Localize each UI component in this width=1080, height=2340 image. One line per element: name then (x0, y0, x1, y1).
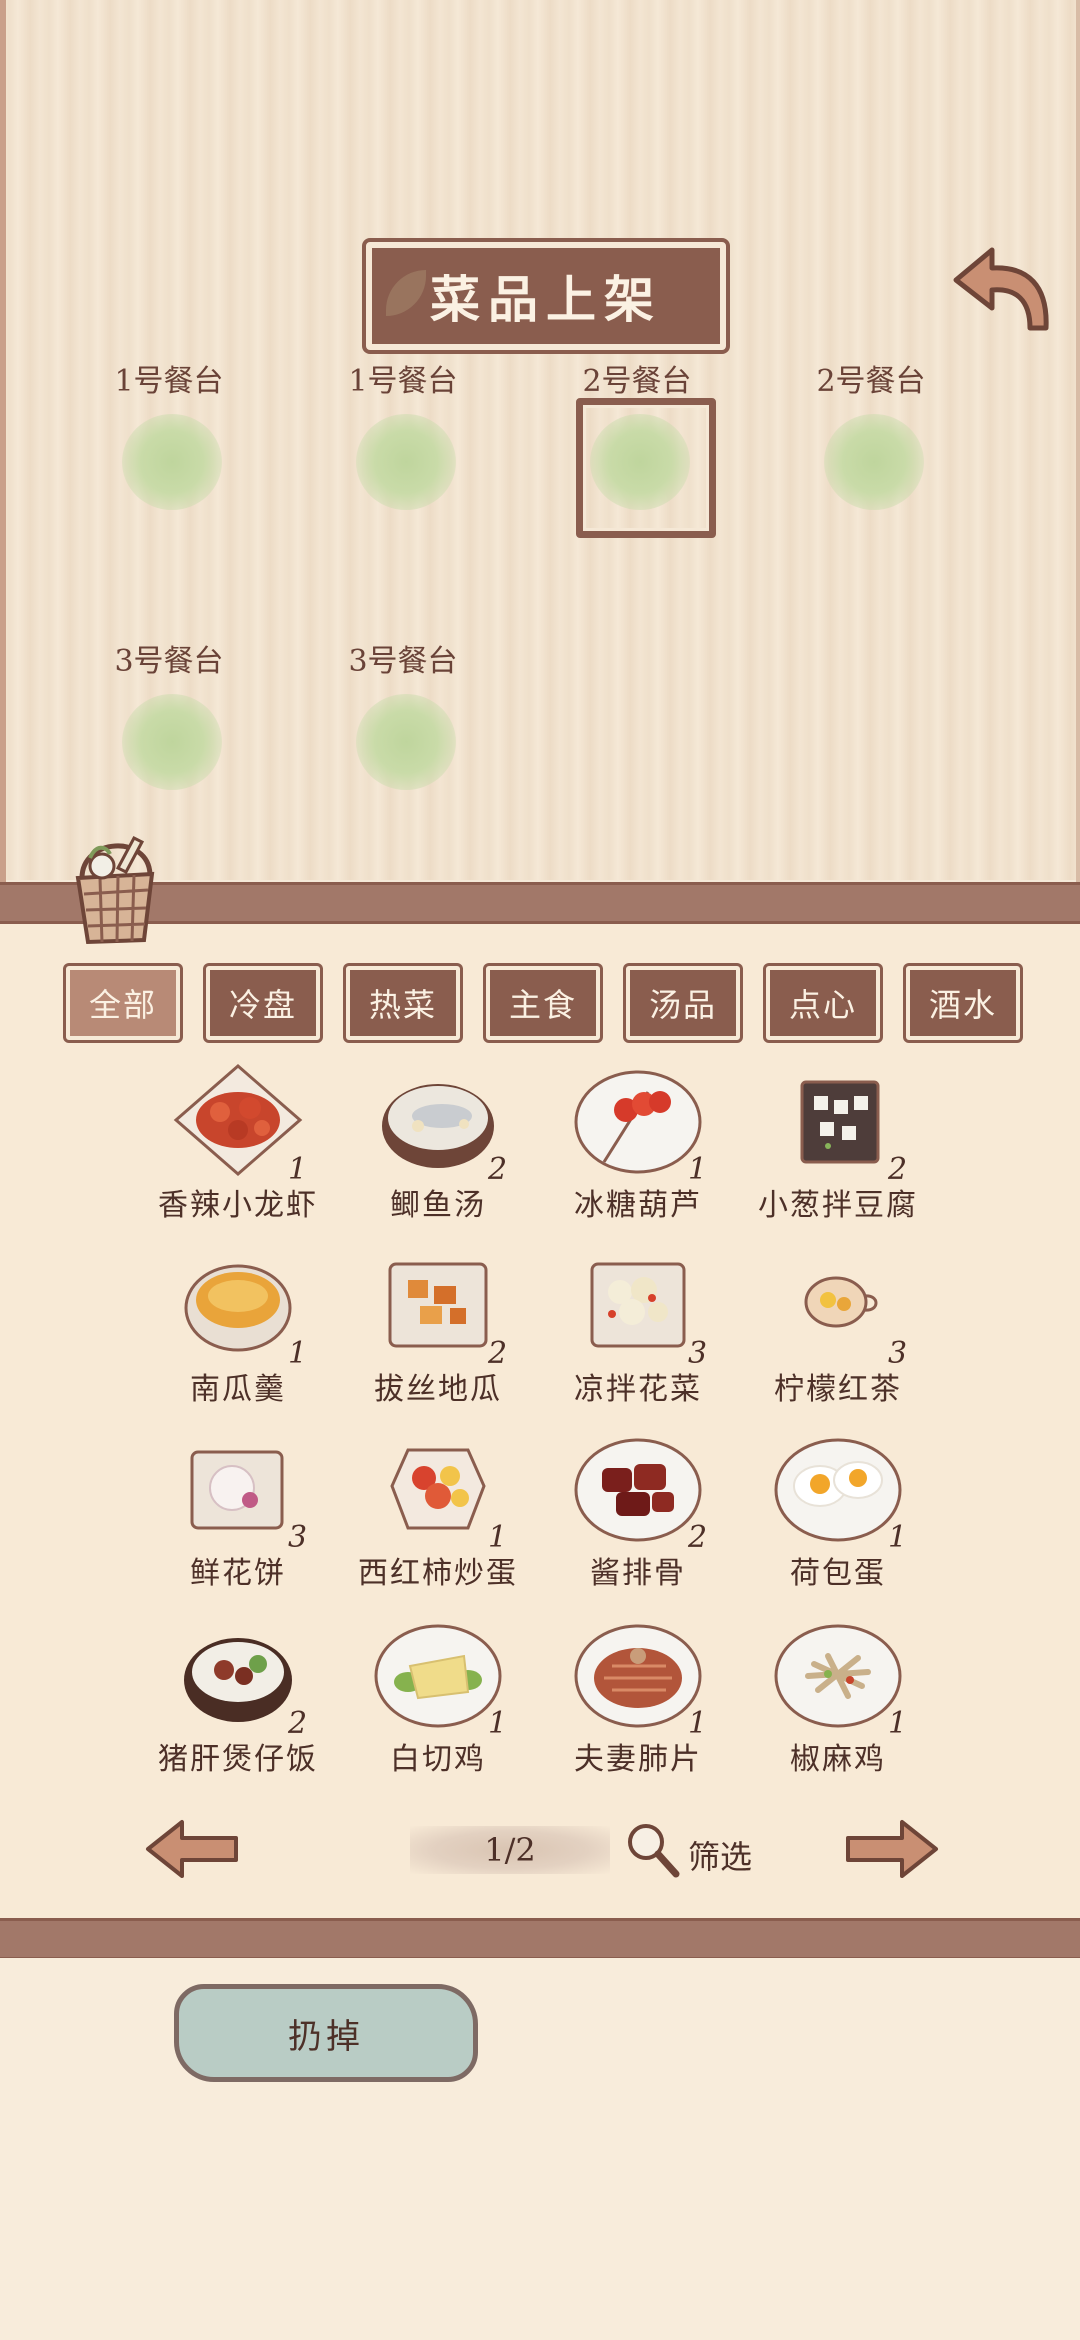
tab-soups[interactable]: 汤品 (626, 966, 740, 1040)
table-slot-label: 2号餐台 (816, 364, 926, 399)
dish-name: 小葱拌豆腐 (758, 1188, 918, 1223)
discard-label: 扔掉 (288, 2016, 364, 2057)
empty-slot-marker (122, 694, 222, 790)
prev-page-button[interactable] (142, 1816, 242, 1882)
dish-item[interactable]: 1 西红柿炒蛋 (338, 1430, 538, 1610)
bottom-area (0, 1958, 1080, 2340)
selection-frame (576, 398, 716, 538)
table-slot-5[interactable]: 3号餐台 (94, 636, 244, 826)
sweet-potato-icon (388, 1262, 488, 1348)
empty-slot-marker (356, 694, 456, 790)
arrow-right-icon (846, 1820, 938, 1878)
flower-cake-icon (190, 1450, 284, 1530)
filter-button[interactable]: 筛选 (622, 1820, 772, 1880)
dish-item[interactable]: 3 凉拌花菜 (538, 1246, 738, 1426)
divider-beam-bottom (0, 1918, 1080, 1960)
empty-slot-marker (122, 414, 222, 510)
tofu-icon (800, 1080, 880, 1164)
table-slot-label: 1号餐台 (348, 364, 458, 399)
lemon-tea-icon (804, 1276, 878, 1328)
dish-item[interactable]: 1 荷包蛋 (738, 1430, 938, 1610)
page-title: 菜品上架 (430, 270, 662, 329)
basket-icon (60, 828, 170, 948)
discard-button[interactable]: 扔掉 (174, 1984, 478, 2082)
empty-slot-marker (356, 414, 456, 510)
dish-item[interactable]: 3 柠檬红茶 (738, 1246, 938, 1426)
page-number: 1/2 (484, 1831, 536, 1869)
arrow-left-icon (146, 1820, 238, 1878)
table-slot-1[interactable]: 1号餐台 (94, 356, 244, 546)
dish-name: 椒麻鸡 (790, 1742, 886, 1777)
beef-slices-icon (574, 1624, 702, 1728)
dish-name: 柠檬红茶 (774, 1372, 902, 1407)
tab-hot-dishes[interactable]: 热菜 (346, 966, 460, 1040)
pumpkin-soup-icon (184, 1264, 292, 1352)
chicken-icon (374, 1624, 502, 1728)
table-slot-3[interactable]: 2号餐台 (562, 356, 716, 546)
table-slot-label: 1号餐台 (114, 364, 224, 399)
table-slot-label: 2号餐台 (582, 364, 692, 399)
tab-label: 冷盘 (228, 986, 297, 1024)
tab-label: 全部 (88, 986, 157, 1024)
tab-label: 主食 (508, 986, 577, 1024)
dish-item[interactable]: 2 小葱拌豆腐 (738, 1062, 938, 1242)
tab-drinks[interactable]: 酒水 (906, 966, 1020, 1040)
leaf-decoration-icon (386, 270, 426, 316)
tab-dim-sum[interactable]: 点心 (766, 966, 880, 1040)
fried-egg-icon (774, 1438, 902, 1542)
dish-item[interactable]: 2 猪肝煲仔饭 (138, 1616, 338, 1796)
claypot-rice-icon (184, 1638, 292, 1722)
dish-item[interactable]: 2 拔丝地瓜 (338, 1246, 538, 1426)
dish-item[interactable]: 3 鲜花饼 (138, 1430, 338, 1610)
tab-label: 点心 (788, 986, 857, 1024)
dish-item[interactable]: 1 白切鸡 (338, 1616, 538, 1796)
tab-label: 酒水 (928, 986, 997, 1024)
empty-slot-marker (824, 414, 924, 510)
dish-item[interactable]: 1 南瓜羹 (138, 1246, 338, 1426)
return-arrow-icon (953, 247, 1049, 331)
dish-item[interactable]: 1 冰糖葫芦 (538, 1062, 738, 1242)
dish-item[interactable]: 1 香辣小龙虾 (138, 1062, 338, 1242)
tab-cold-dishes[interactable]: 冷盘 (206, 966, 320, 1040)
table-slot-label: 3号餐台 (114, 644, 224, 679)
filter-label: 筛选 (688, 1838, 753, 1876)
ribs-icon (574, 1438, 702, 1542)
crayfish-icon (173, 1064, 303, 1176)
table-slot-6[interactable]: 3号餐台 (328, 636, 478, 826)
pepper-chicken-icon (774, 1624, 902, 1728)
fish-soup-icon (382, 1084, 494, 1168)
next-page-button[interactable] (842, 1816, 942, 1882)
dish-item[interactable]: 2 鲫鱼汤 (338, 1062, 538, 1242)
page-title-sign: 菜品上架 (366, 242, 726, 350)
table-slot-label: 3号餐台 (348, 644, 458, 679)
dish-shelving-screen: 菜品上架 1号餐台 1号餐台 2号餐台 2号餐台 3号餐台 3号餐台 全部 冷盘… (0, 0, 1080, 2340)
magnifier-icon (628, 1824, 680, 1878)
page-indicator: 1/2 (410, 1826, 610, 1874)
table-slot-2[interactable]: 1号餐台 (328, 356, 478, 546)
table-slot-4[interactable]: 2号餐台 (796, 356, 946, 546)
dish-item[interactable]: 1 椒麻鸡 (738, 1616, 938, 1796)
tab-all[interactable]: 全部 (66, 966, 180, 1040)
candied-haws-icon (574, 1070, 702, 1174)
back-button[interactable] (948, 242, 1058, 342)
tab-label: 热菜 (368, 986, 437, 1024)
dish-item[interactable]: 1 夫妻肺片 (538, 1616, 738, 1796)
tab-label: 汤品 (648, 986, 717, 1024)
tab-staple-food[interactable]: 主食 (486, 966, 600, 1040)
cauliflower-icon (590, 1262, 686, 1348)
dish-item[interactable]: 2 酱排骨 (538, 1430, 738, 1610)
tomato-egg-icon (390, 1448, 486, 1530)
dish-name: 荷包蛋 (790, 1556, 886, 1591)
